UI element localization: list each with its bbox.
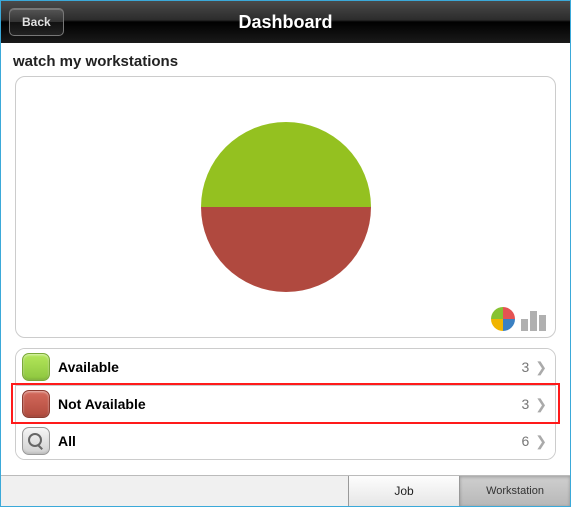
swatch-all [22,427,50,455]
back-button[interactable]: Back [9,8,64,36]
status-label: All [58,433,521,449]
status-count: 6 [521,433,529,449]
status-count: 3 [521,396,529,412]
chevron-right-icon: ❯ [535,396,547,413]
tab-workstation-label: Workstation [486,485,544,497]
back-button-label: Back [22,15,51,29]
status-list: Available 3 ❯ Not Available 3 ❯ [15,348,556,460]
pie-chart-icon[interactable] [491,307,515,331]
chart-card [15,76,556,338]
bar-chart-icon[interactable] [521,309,547,331]
panel-title: watch my workstations [1,43,570,76]
header-bar: Back Dashboard [1,1,570,43]
status-row-available[interactable]: Available 3 ❯ [16,349,555,385]
status-row-all[interactable]: All 6 ❯ [16,422,555,459]
status-label: Not Available [58,396,521,412]
chevron-right-icon: ❯ [535,433,547,450]
tab-job-label: Job [394,484,413,498]
tab-job[interactable]: Job [348,476,459,506]
footer-tabs: Job Workstation [1,475,570,506]
tab-workstation[interactable]: Workstation [459,476,570,506]
page-title: Dashboard [1,12,570,33]
magnifier-icon [28,433,44,449]
status-label: Available [58,359,521,375]
chevron-right-icon: ❯ [535,359,547,376]
status-row-not-available[interactable]: Not Available 3 ❯ [16,385,555,422]
swatch-not-available [22,390,50,418]
pie-chart [201,122,371,292]
swatch-available [22,353,50,381]
status-count: 3 [521,359,529,375]
